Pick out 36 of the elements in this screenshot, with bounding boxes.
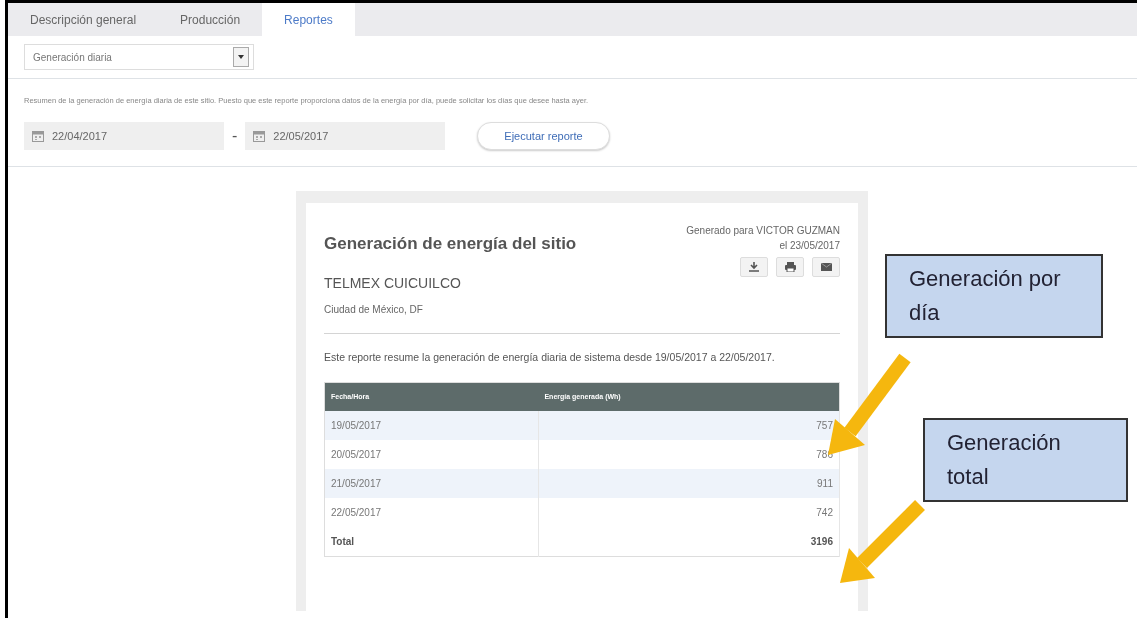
site-name: TELMEX CUICUILCO: [324, 273, 462, 293]
download-icon: [749, 262, 759, 273]
date-cell: 19/05/2017: [324, 411, 539, 440]
report-type-dropdown[interactable]: Generación diaria: [24, 44, 254, 70]
callout-label: Generación total: [923, 418, 1128, 503]
tab[interactable]: Producción: [158, 3, 263, 36]
print-icon: [784, 262, 796, 273]
callout-label: Generación por día: [885, 254, 1103, 339]
calendar-icon: [32, 130, 44, 143]
print-button[interactable]: [776, 257, 804, 278]
dropdown-caret-icon: [233, 47, 249, 67]
mail-button[interactable]: [812, 257, 840, 278]
report-title: Generación de energía del sitio: [324, 233, 577, 256]
energy-cell: 742: [538, 498, 840, 527]
date-cell: 21/05/2017: [324, 469, 539, 498]
energy-cell: 757: [538, 411, 840, 440]
tab[interactable]: Reportes: [262, 3, 355, 36]
mail-icon: [820, 263, 832, 272]
energy-cell: 911: [538, 469, 840, 498]
total-label: Total: [324, 527, 539, 557]
date-field[interactable]: 22/05/2017: [245, 122, 446, 151]
date-cell: 22/05/2017: [324, 498, 539, 527]
calendar-icon: [253, 130, 266, 143]
generated-for: Generado para VICTOR GUZMAN: [686, 224, 840, 239]
total-value: 3196: [538, 527, 840, 557]
date-value: 22/05/2017: [273, 129, 329, 144]
run-report-button[interactable]: Ejecutar reporte: [477, 122, 610, 151]
download-button[interactable]: [740, 257, 768, 278]
site-location: Ciudad de México, DF: [324, 302, 424, 317]
date-field[interactable]: 22/04/2017: [24, 122, 224, 151]
range-separator: -: [232, 126, 238, 147]
generated-date: el 23/05/2017: [779, 239, 840, 254]
report-summary: Este reporte resume la generación de energía diaria de sistema desde 19/05/2017 a 22/05/2017.: [324, 349, 776, 365]
tab[interactable]: Descripción general: [8, 3, 159, 36]
dropdown-value: Generación diaria: [33, 50, 112, 65]
date-value: 22/04/2017: [52, 129, 108, 144]
